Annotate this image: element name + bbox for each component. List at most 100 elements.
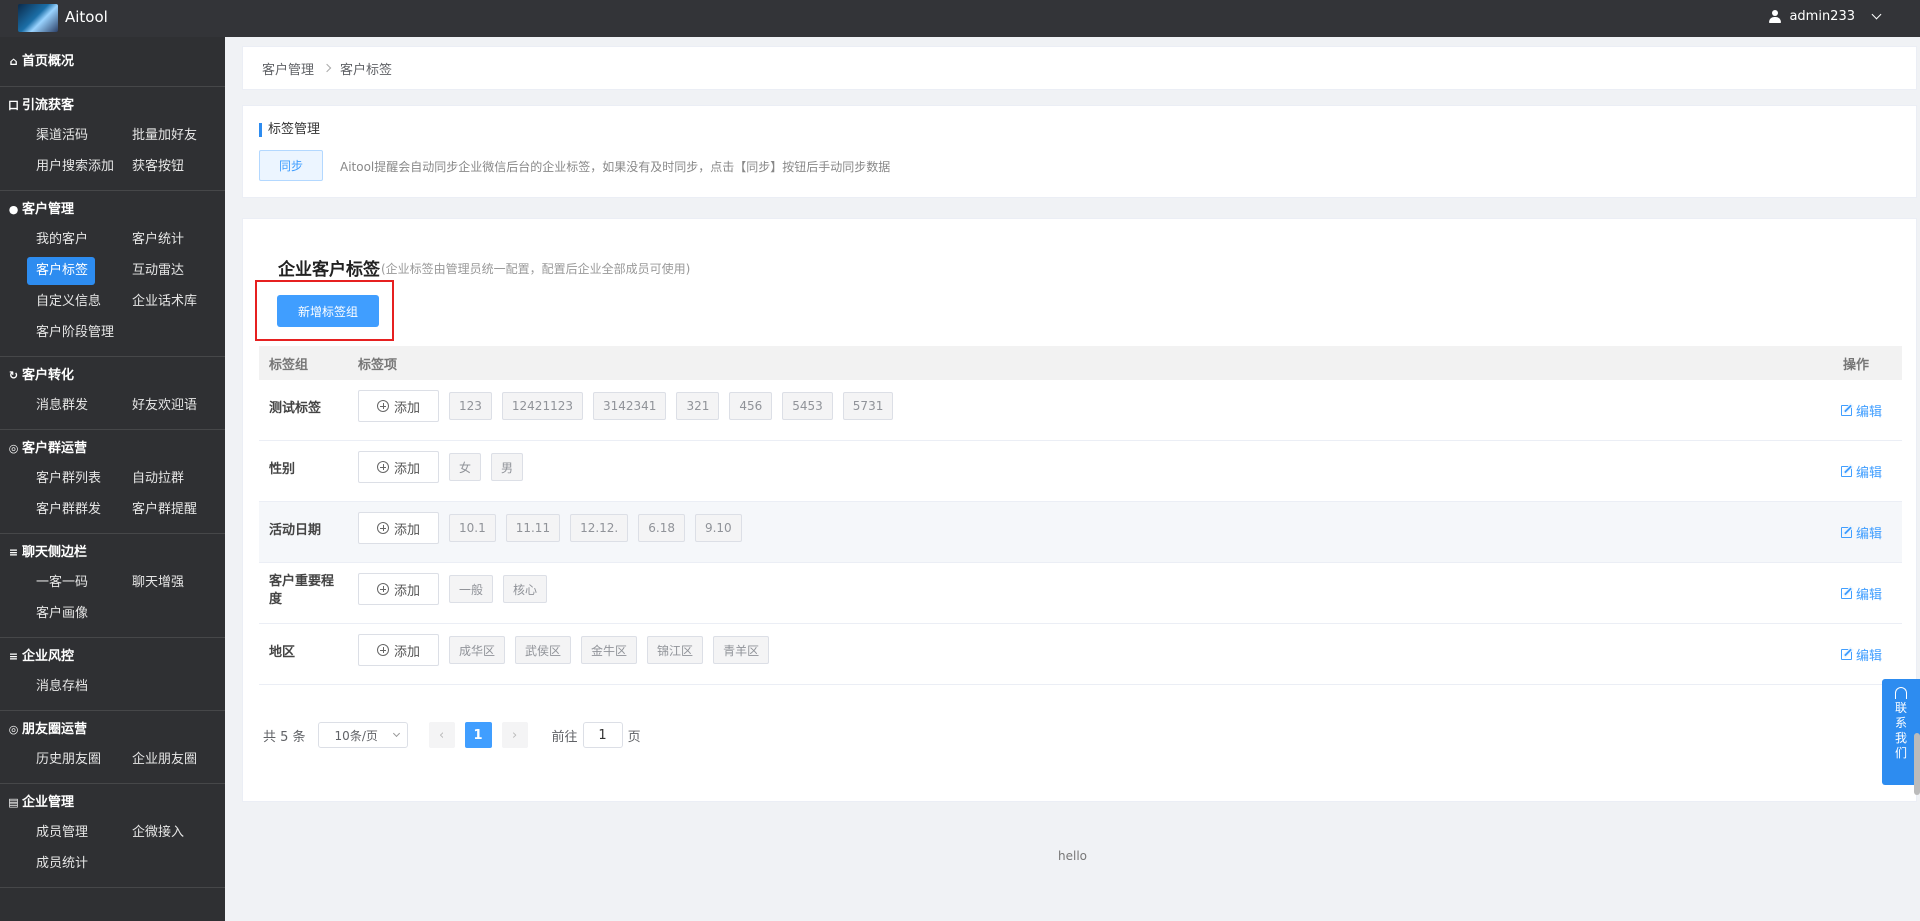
sidebar-item[interactable]: 聊天增强	[123, 569, 219, 597]
edit-icon	[1840, 466, 1852, 477]
edit-button[interactable]: 编辑	[1840, 584, 1882, 603]
add-tag-group-button[interactable]: 新增标签组	[277, 295, 379, 327]
page-size-value: 10条/页	[334, 728, 378, 743]
page-number[interactable]: 1	[464, 722, 492, 748]
sidebar-item[interactable]: 用户搜索添加	[27, 153, 123, 181]
sidebar-item[interactable]: 企业话术库	[123, 288, 219, 316]
tag-group-name: 客户重要程度	[269, 574, 335, 607]
next-page-button[interactable]: ›	[501, 722, 528, 748]
sidebar-item[interactable]: 我的客户	[27, 226, 123, 254]
sidebar-section: ↻ 客户转化消息群发 好友欢迎语	[0, 357, 225, 430]
top-bar: Aitool admin233	[0, 0, 1920, 37]
scrollbar[interactable]	[1914, 733, 1920, 795]
group-icon: ◎	[8, 442, 19, 455]
sidebar-item[interactable]: 客户群提醒	[123, 496, 219, 524]
tag-item: 男	[491, 453, 524, 481]
edit-button[interactable]: 编辑	[1840, 523, 1882, 542]
sidebar-section: 口引流获客渠道活码 批量加好友 用户搜索添加 获客按钮	[0, 87, 225, 191]
tag-list: 添加 成华区 武侯区 金牛区 锦江区 青羊区	[358, 634, 770, 666]
circle-plus-icon	[376, 461, 389, 473]
tag-manage-title: 标签管理	[259, 123, 320, 137]
sidebar-item[interactable]: 成员管理	[27, 819, 123, 847]
sidebar-section: ≡ 企业风控消息存档	[0, 638, 225, 711]
sync-button[interactable]: 同步	[259, 150, 323, 181]
sidebar-item[interactable]: 消息群发	[27, 392, 123, 420]
prev-page-button[interactable]: ‹	[428, 722, 455, 748]
sidebar-section-title[interactable]: ◎ 客户群运营	[0, 438, 225, 460]
sidebar-item[interactable]: 客户画像	[27, 600, 123, 628]
sidebar-section-title[interactable]: ◎ 朋友圈运营	[0, 719, 225, 741]
sidebar-item[interactable]: 客户阶段管理	[27, 319, 123, 347]
sidebar-item[interactable]: 企业朋友圈	[123, 746, 219, 774]
add-tag-button[interactable]: 添加	[358, 573, 439, 605]
moments-icon: ◎	[8, 723, 19, 736]
add-tag-button[interactable]: 添加	[358, 390, 439, 422]
sidebar-section-label: 引流获客	[22, 98, 75, 113]
page-size-select[interactable]: 10条/页	[317, 722, 408, 748]
sidebar-section-label: 客户转化	[22, 368, 75, 383]
edit-icon	[1840, 405, 1852, 416]
edit-button[interactable]: 编辑	[1840, 645, 1882, 664]
edit-label: 编辑	[1855, 405, 1882, 420]
page-jump-input[interactable]: 1	[582, 722, 623, 748]
tag-item: 锦江区	[647, 636, 704, 664]
pager-total: 共 5 条	[263, 729, 306, 745]
sidebar-item[interactable]: 自动拉群	[123, 465, 219, 493]
sidebar-item[interactable]: 互动雷达	[123, 257, 219, 285]
sidebar-section-title[interactable]: ▤ 企业管理	[0, 792, 225, 814]
add-tag-button[interactable]: 添加	[358, 634, 439, 666]
breadcrumb-parent[interactable]: 客户管理	[262, 59, 314, 78]
add-tag-button[interactable]: 添加	[358, 451, 439, 483]
sidebar-item[interactable]: 成员统计	[27, 850, 123, 878]
sidebar-section: ◎ 朋友圈运营历史朋友圈 企业朋友圈	[0, 711, 225, 784]
sidebar-item[interactable]: 消息存档	[27, 673, 123, 701]
customer-tag-panel: 企业客户标签 (企业标签由管理员统一配置，配置后企业全部成员可使用) 新增标签组…	[242, 218, 1917, 802]
table-row: 客户重要程度 添加 一般 核心 编辑	[259, 563, 1902, 624]
add-tag-button[interactable]: 添加	[358, 512, 439, 544]
table-row: 活动日期 添加 10.1 11.11 12.12. 6.18 9.10 编辑	[259, 502, 1902, 563]
customer-icon: ●	[8, 203, 19, 216]
column-header-group: 标签组	[269, 357, 309, 373]
edit-button[interactable]: 编辑	[1840, 462, 1882, 481]
sidebar-item[interactable]: 客户统计	[123, 226, 219, 254]
app-logo[interactable]	[18, 4, 58, 32]
sidebar-section-title[interactable]: ● 客户管理	[0, 199, 225, 221]
tag-item: 456	[729, 392, 773, 420]
sidebar-item[interactable]: 批量加好友	[123, 122, 219, 150]
sidebar-item[interactable]: 客户群群发	[27, 496, 123, 524]
sidebar-section-label: 企业管理	[22, 795, 75, 810]
tag-table: 标签组 标签项 操作 测试标签 添加 123 12421123 3142341 321 45…	[259, 346, 1902, 685]
sidebar-section-title[interactable]: ≡ 企业风控	[0, 646, 225, 668]
pagination: 共 5 条 10条/页 ‹ 1 › 前往 1 页	[263, 722, 641, 748]
add-tag-label: 添加	[393, 461, 420, 477]
sidebar-item[interactable]: 客户群列表	[27, 465, 123, 493]
sidebar-section-title[interactable]: ↻ 客户转化	[0, 365, 225, 387]
sidebar-item[interactable]: 客户标签	[27, 257, 95, 285]
tag-list: 添加 123 12421123 3142341 321 456 5453 5731	[358, 390, 894, 422]
tag-group-name: 活动日期	[269, 523, 322, 538]
sidebar-home[interactable]: ⌂ 首页概况	[0, 37, 225, 87]
edit-icon	[1840, 588, 1852, 599]
sidebar-item[interactable]: 好友欢迎语	[123, 392, 219, 420]
convert-icon: ↻	[8, 369, 19, 382]
sidebar-item[interactable]: 渠道活码	[27, 122, 123, 150]
breadcrumb-separator-icon	[322, 63, 332, 73]
edit-button[interactable]: 编辑	[1840, 401, 1882, 420]
panel-title: 企业客户标签	[278, 260, 380, 280]
sidebar-item[interactable]: 历史朋友圈	[27, 746, 123, 774]
sidebar-item[interactable]: 企微接入	[123, 819, 219, 847]
tag-item: 5731	[842, 392, 894, 420]
tag-group-name: 测试标签	[269, 401, 322, 416]
sidebar-item[interactable]: 自定义信息	[27, 288, 123, 316]
attract-icon: 口	[8, 99, 19, 112]
goto-suffix: 页	[627, 729, 641, 745]
sidebar-item[interactable]: 一客一码	[27, 569, 123, 597]
sidebar-section-title[interactable]: 口引流获客	[0, 95, 225, 117]
sidebar-section-title[interactable]: ≡ 聊天侧边栏	[0, 542, 225, 564]
tag-list: 添加 一般 核心	[358, 573, 548, 605]
sidebar-section-label: 客户管理	[22, 202, 75, 217]
sidebar-item[interactable]: 获客按钮	[123, 153, 219, 181]
sidebar-section: ● 客户管理我的客户 客户统计 客户标签 互动雷达 自定义信息 企业话术库 客户阶段管理	[0, 191, 225, 357]
user-menu[interactable]: admin233	[1769, 9, 1882, 24]
tag-list: 添加 10.1 11.11 12.12. 6.18 9.10	[358, 512, 742, 544]
